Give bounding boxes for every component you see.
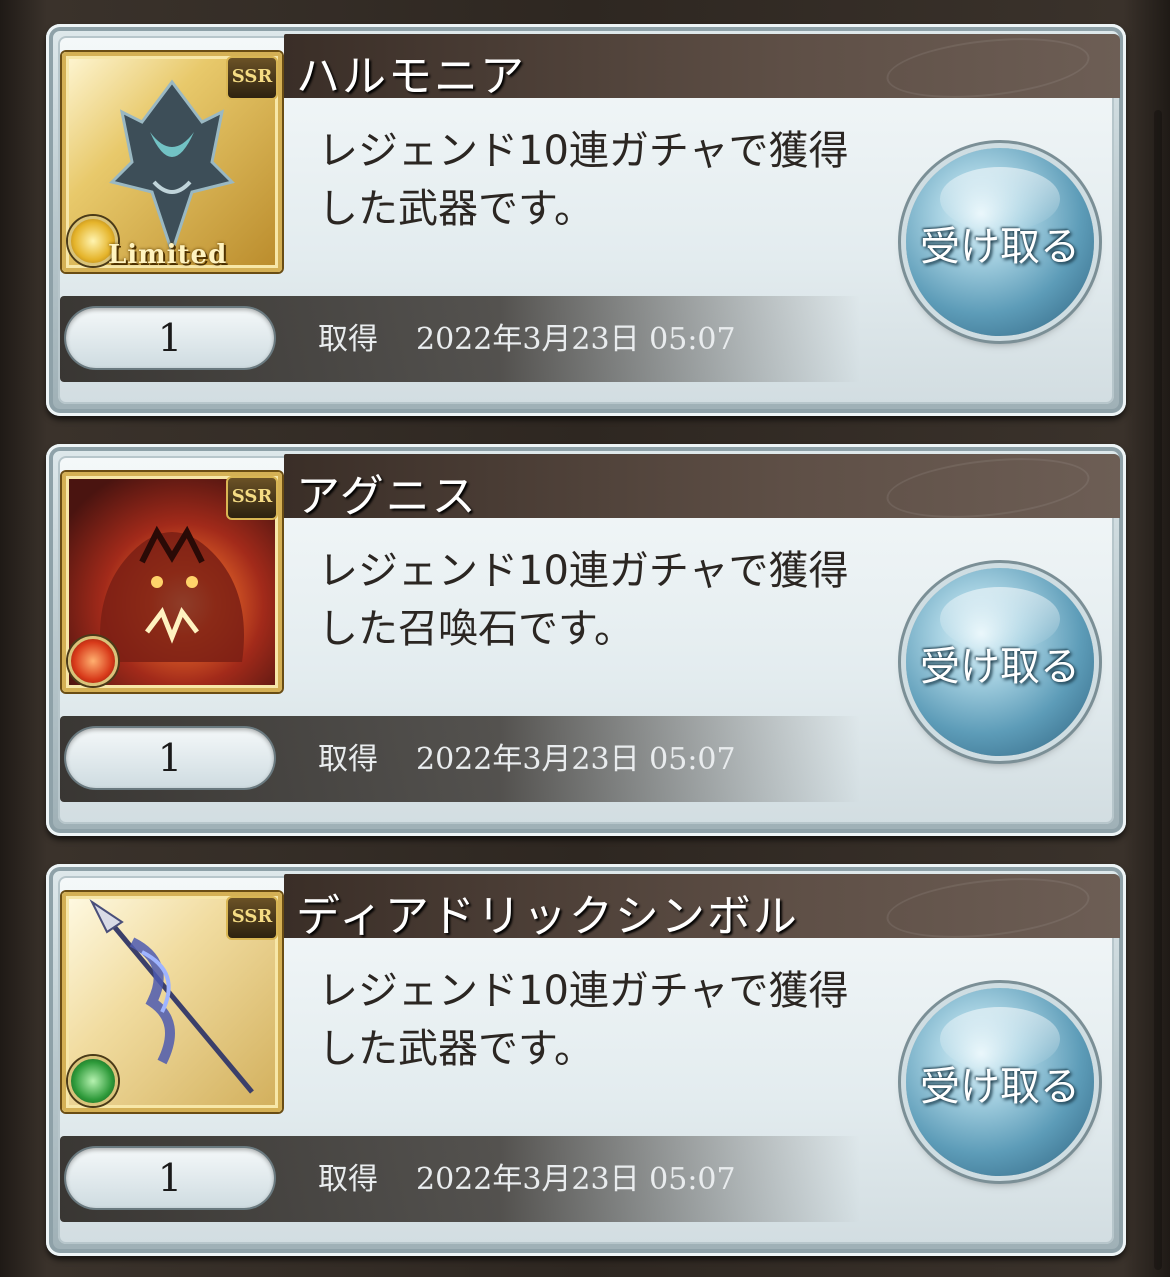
quantity-value: 1 — [157, 1156, 183, 1200]
acquired-date: 2022年3月23日 05:07 — [416, 322, 736, 357]
acquired-label: 取得 — [318, 322, 378, 357]
quantity-pill: 1 — [66, 728, 274, 788]
acquired-date: 2022年3月23日 05:07 — [416, 1162, 736, 1197]
receive-button[interactable]: 受け取る — [906, 148, 1094, 336]
ssr-badge: SSR — [226, 56, 278, 100]
item-description: レジェンド10連ガチャで獲得した召喚石です。 — [318, 548, 849, 652]
quantity-pill: 1 — [66, 308, 274, 368]
item-description: レジェンド10連ガチャで獲得した武器です。 — [318, 128, 849, 232]
acquired-label: 取得 — [318, 1162, 378, 1197]
quantity-pill: 1 — [66, 1148, 274, 1208]
item-thumbnail[interactable]: SSR — [62, 892, 282, 1112]
ssr-badge: SSR — [226, 896, 278, 940]
item-title-bar: ハルモニア — [284, 34, 1120, 98]
item-thumbnail[interactable]: SSR — [62, 472, 282, 692]
receive-button-label: 受け取る — [920, 224, 1080, 270]
ornament-icon — [883, 34, 1093, 98]
item-title-bar: アグニス — [284, 454, 1120, 518]
receive-button[interactable]: 受け取る — [906, 568, 1094, 756]
quantity-value: 1 — [157, 316, 183, 360]
ornament-icon — [883, 874, 1093, 938]
item-description: レジェンド10連ガチャで獲得した武器です。 — [318, 968, 849, 1072]
wind-element-icon — [68, 1056, 118, 1106]
item-card: SSR Limited ハルモニア レジェンド10連ガチャで獲得した武器です。 … — [46, 24, 1126, 416]
ornament-icon — [883, 454, 1093, 518]
quantity-value: 1 — [157, 736, 183, 780]
item-name: ディアドリックシンボル — [296, 891, 799, 938]
item-title-bar: ディアドリックシンボル — [284, 874, 1120, 938]
limited-label: Limited — [108, 240, 228, 270]
receive-button-label: 受け取る — [920, 1064, 1080, 1110]
item-thumbnail[interactable]: SSR Limited — [62, 52, 282, 272]
receive-button[interactable]: 受け取る — [906, 988, 1094, 1176]
receive-button-label: 受け取る — [920, 644, 1080, 690]
acquired-date: 2022年3月23日 05:07 — [416, 742, 736, 777]
item-name: ハルモニア — [296, 51, 526, 98]
item-card: SSR アグニス レジェンド10連ガチャで獲得した召喚石です。 1 取得 202… — [46, 444, 1126, 836]
ssr-badge: SSR — [226, 476, 278, 520]
fire-element-icon — [68, 636, 118, 686]
item-card: SSR ディアドリックシンボル レジェンド10連ガチャで獲得した武器です。 1 … — [46, 864, 1126, 1256]
item-name: アグニス — [296, 471, 478, 518]
acquired-label: 取得 — [318, 742, 378, 777]
scrollbar[interactable] — [1154, 110, 1162, 1270]
